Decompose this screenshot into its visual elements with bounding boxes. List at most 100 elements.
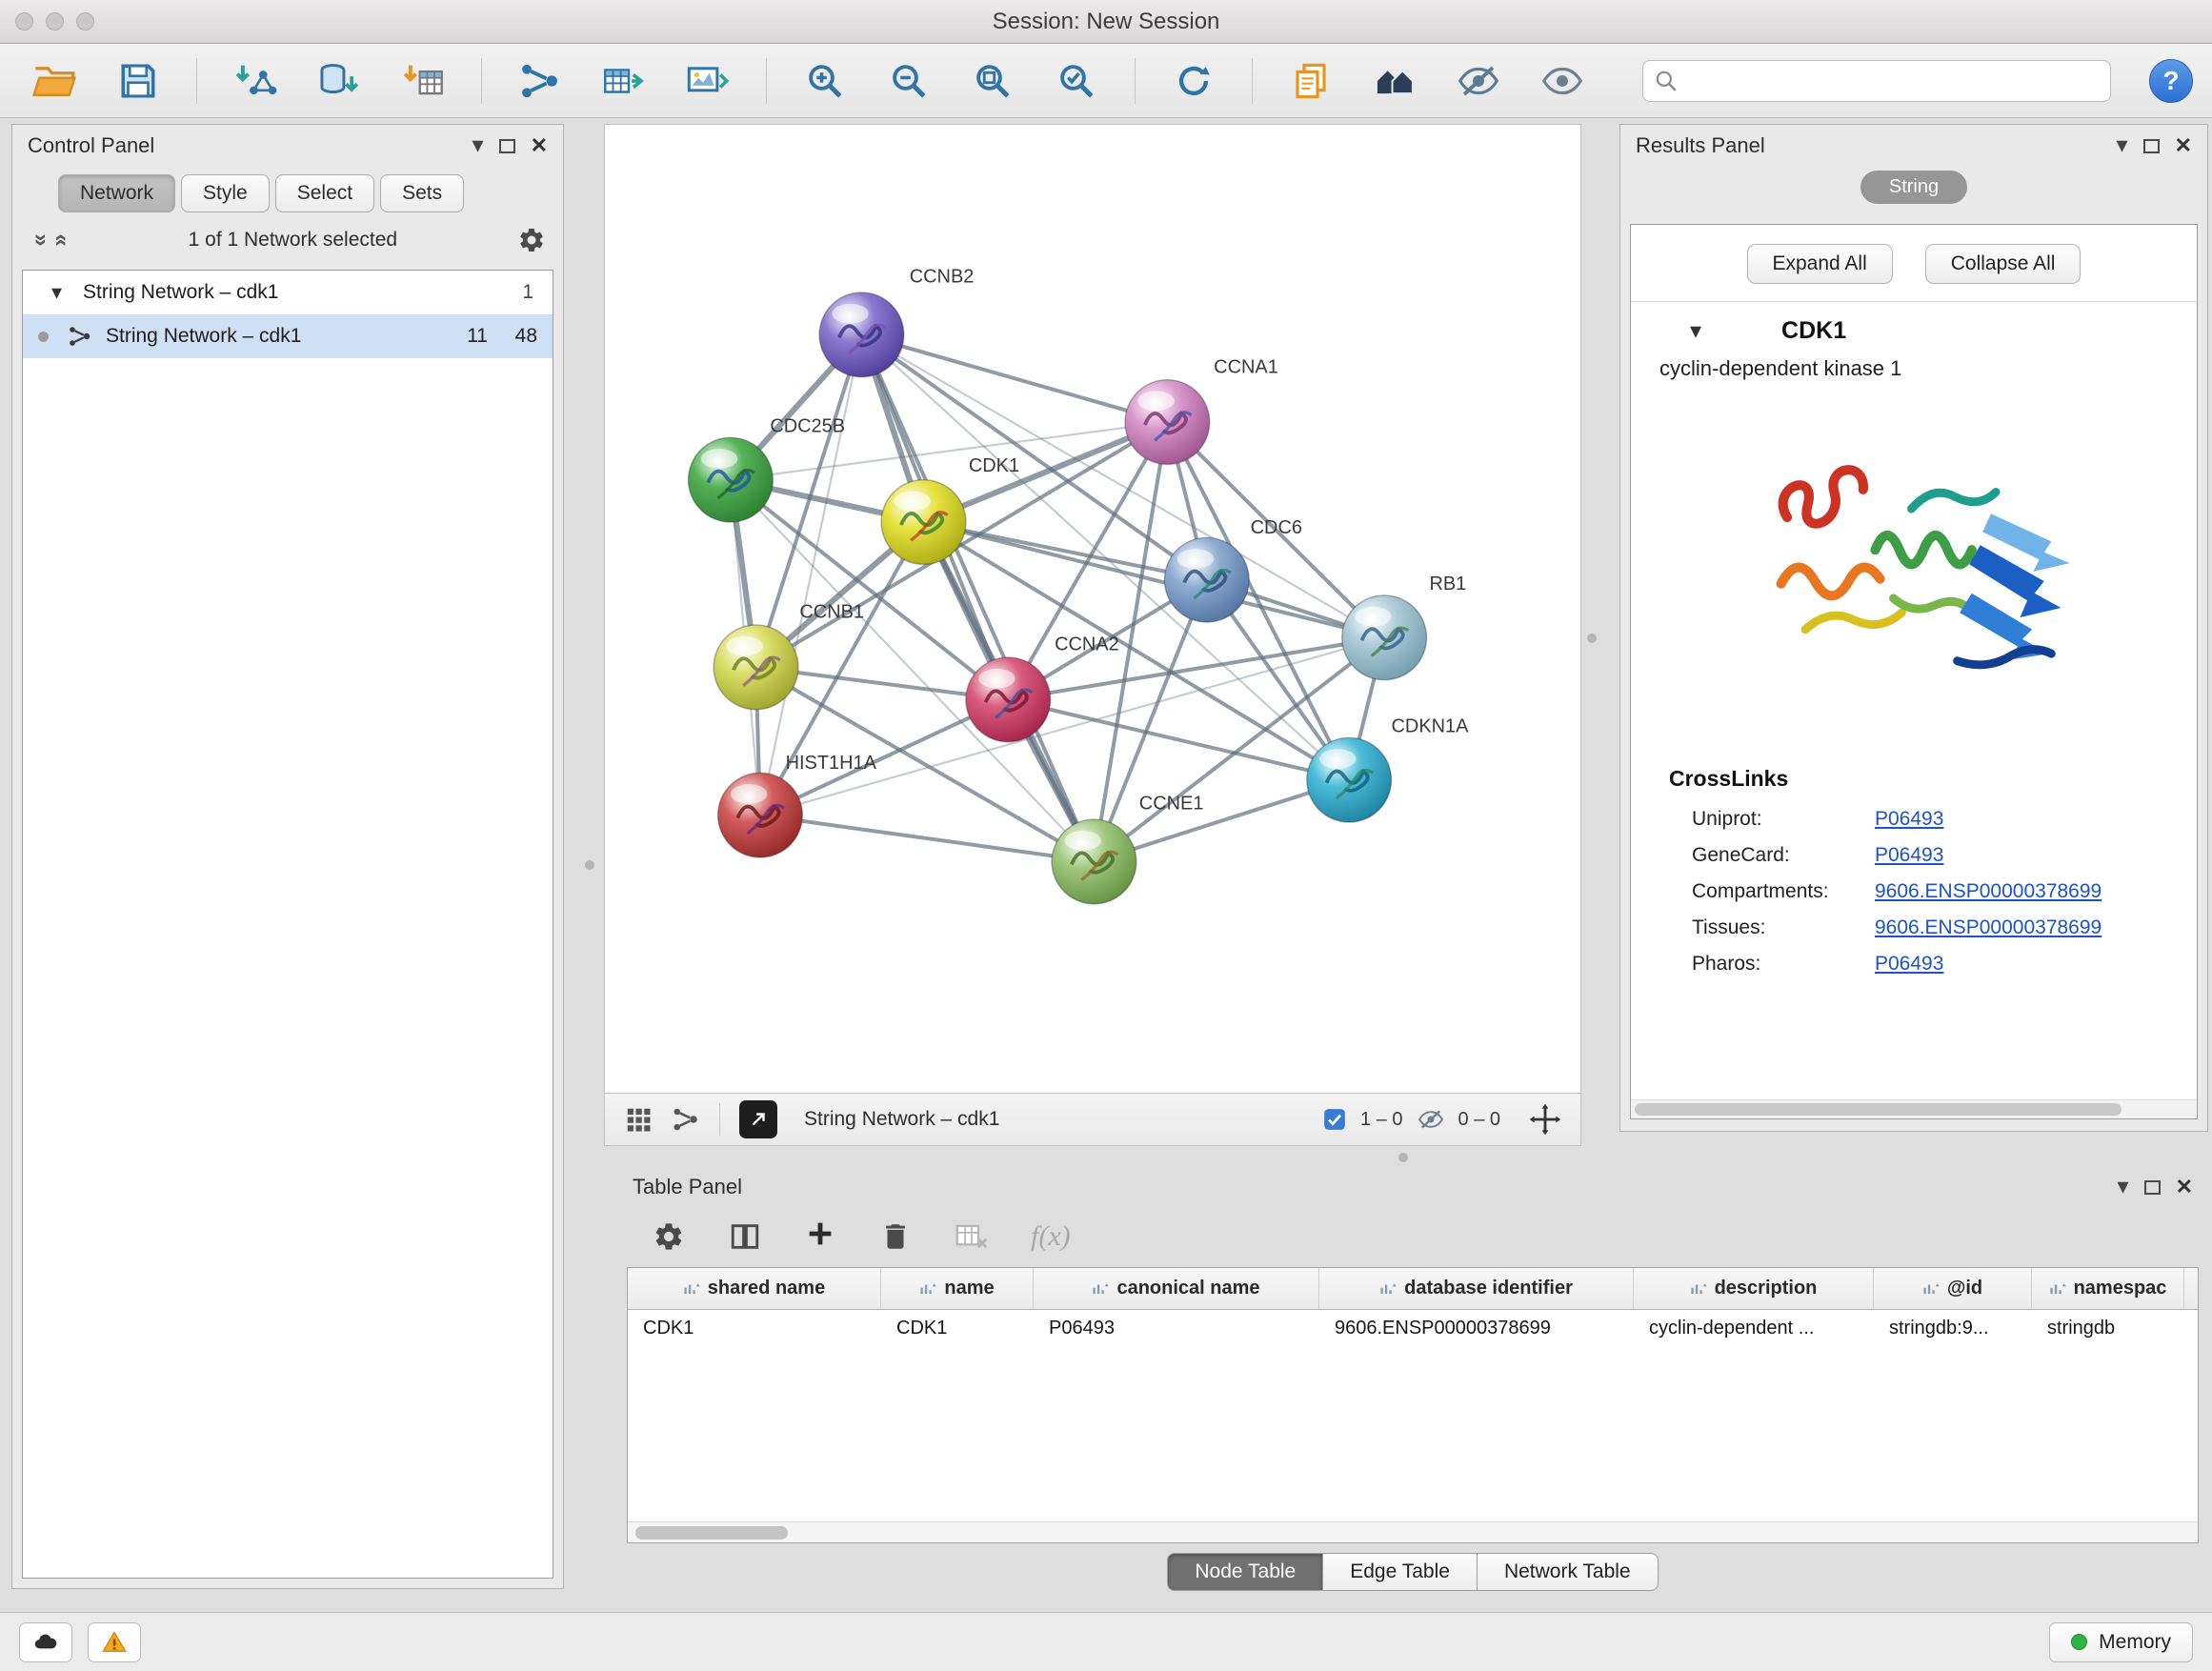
save-session-button[interactable] [103, 52, 173, 110]
node-table-row[interactable]: CDK1CDK1P064939606.ENSP00000378699cyclin… [628, 1310, 2198, 1348]
network-edge-CCNB2-CCNA1[interactable] [861, 334, 1167, 422]
apply-layout-button[interactable] [1158, 52, 1229, 110]
import-network-database-button[interactable] [304, 52, 374, 110]
import-table-button[interactable] [388, 52, 458, 110]
network-node-CDKN1A[interactable] [1307, 737, 1392, 822]
detach-view-button[interactable] [739, 1100, 777, 1138]
node-table-column-canonical-name[interactable]: canonical name [1034, 1268, 1319, 1309]
open-session-button[interactable] [19, 52, 90, 110]
table-tab-edge-table[interactable]: Edge Table [1323, 1553, 1478, 1591]
zoom-fit-button[interactable] [957, 52, 1028, 110]
panel-resize-handle[interactable] [585, 860, 594, 870]
network-node-CCNE1[interactable] [1052, 819, 1136, 904]
table-tab-network-table[interactable]: Network Table [1478, 1553, 1659, 1591]
node-table-column-database-identifier[interactable]: database identifier [1319, 1268, 1634, 1309]
tab-string[interactable]: String [1860, 171, 1967, 204]
node-table-column-description[interactable]: description [1634, 1268, 1874, 1309]
network-edge-CDK1-RB1[interactable] [924, 522, 1385, 637]
panel-float-icon[interactable] [2143, 139, 2160, 153]
zoom-window-button[interactable] [76, 12, 94, 30]
show-all-button[interactable] [1527, 52, 1598, 110]
control-panel-tab-select[interactable]: Select [275, 174, 374, 212]
panel-close-icon[interactable]: ✕ [2175, 135, 2192, 156]
node-table-cell[interactable]: cyclin-dependent ... [1634, 1310, 1874, 1348]
control-panel-tab-style[interactable]: Style [181, 174, 270, 212]
table-horizontal-scrollbar[interactable] [628, 1521, 2198, 1542]
node-table-cell[interactable]: stringdb:9... [1874, 1310, 2032, 1348]
pan-crosshair-icon[interactable] [1529, 1103, 1561, 1136]
network-node-CDC6[interactable] [1164, 537, 1249, 622]
node-table-column-name[interactable]: name [881, 1268, 1034, 1309]
network-node-CCNB2[interactable] [819, 292, 904, 377]
cloud-status-button[interactable] [19, 1622, 72, 1662]
network-view-icon[interactable] [672, 1105, 700, 1134]
hidden-eye-slash-icon[interactable] [1417, 1107, 1445, 1132]
collapse-gene-icon[interactable]: ▾ [1690, 317, 1701, 345]
help-button[interactable]: ? [2149, 59, 2193, 103]
crosslink-pharos-link[interactable]: P06493 [1875, 953, 1943, 976]
crosslink-compartments-link[interactable]: 9606.ENSP00000378699 [1875, 880, 2101, 903]
crosslink-uniprot-link[interactable]: P06493 [1875, 808, 1943, 831]
network-node-CCNA1[interactable] [1125, 380, 1210, 465]
node-table-column-shared-name[interactable]: shared name [628, 1268, 881, 1309]
panel-close-icon[interactable]: ✕ [531, 135, 548, 156]
node-table-cell[interactable]: CDK1 [628, 1310, 881, 1348]
control-panel-tab-sets[interactable]: Sets [380, 174, 464, 212]
add-column-button[interactable] [804, 1218, 836, 1255]
gene-section-header[interactable]: ▾ CDK1 [1631, 302, 2197, 349]
panel-resize-handle[interactable] [1398, 1153, 1408, 1162]
crosslink-tissues-link[interactable]: 9606.ENSP00000378699 [1875, 916, 2101, 939]
node-table-column--id[interactable]: @id [1874, 1268, 2032, 1309]
zoom-selected-button[interactable] [1041, 52, 1112, 110]
node-table-cell[interactable]: stringdb [2032, 1310, 2184, 1348]
panel-close-icon[interactable]: ✕ [2176, 1177, 2193, 1198]
control-panel-tab-network[interactable]: Network [58, 174, 175, 212]
network-edge-CCNB2-CCNE1[interactable] [861, 334, 1094, 861]
network-node-CDC25B[interactable] [689, 437, 774, 522]
network-collection-row[interactable]: ▾ String Network – cdk1 1 [23, 271, 553, 314]
network-node-CCNA2[interactable] [966, 657, 1051, 742]
network-graph[interactable]: CCNB2CCNA1CDC25BCDK1CDC6RB1CCNB1CCNA2CDK… [605, 125, 1580, 1093]
node-table-cell[interactable]: P06493 [1034, 1310, 1319, 1348]
table-options-gear-icon[interactable] [652, 1220, 686, 1253]
network-row-selected[interactable]: String Network – cdk1 11 48 [23, 314, 553, 358]
memory-button[interactable]: Memory [2049, 1622, 2193, 1662]
network-options-gear-icon[interactable] [517, 226, 546, 254]
selected-checkbox-icon[interactable] [1322, 1107, 1347, 1132]
delete-column-trash-icon[interactable] [878, 1220, 913, 1253]
node-table-cell[interactable]: CDK1 [881, 1310, 1034, 1348]
crosslink-genecard-link[interactable]: P06493 [1875, 844, 1943, 867]
new-network-button[interactable] [505, 52, 575, 110]
panel-menu-icon[interactable]: ▾ [473, 134, 484, 157]
node-table-column-namespac[interactable]: namespac [2032, 1268, 2184, 1309]
show-columns-icon[interactable] [728, 1220, 762, 1253]
expand-all-button[interactable]: Expand All [1747, 244, 1893, 284]
export-table-button[interactable] [589, 52, 659, 110]
zoom-out-button[interactable] [874, 52, 944, 110]
hide-selected-button[interactable] [1443, 52, 1514, 110]
panel-float-icon[interactable] [2144, 1180, 2161, 1195]
panel-menu-icon[interactable]: ▾ [2117, 134, 2128, 157]
clone-network-button[interactable] [1276, 52, 1346, 110]
search-input[interactable] [1642, 60, 2111, 102]
network-node-CDK1[interactable] [881, 480, 966, 565]
minimize-window-button[interactable] [46, 12, 64, 30]
node-table-cell[interactable]: 9606.ENSP00000378699 [1319, 1310, 1634, 1348]
network-canvas[interactable]: CCNB2CCNA1CDC25BCDK1CDC6RB1CCNB1CCNA2CDK… [604, 124, 1581, 1094]
zoom-in-button[interactable] [790, 52, 860, 110]
panel-menu-icon[interactable]: ▾ [2118, 1176, 2129, 1198]
warnings-button[interactable] [88, 1622, 141, 1662]
network-node-CCNB1[interactable] [714, 625, 798, 710]
network-edge-HIST1H1A-CCNE1[interactable] [760, 815, 1094, 862]
expand-all-icon[interactable]: « [49, 233, 75, 246]
panel-resize-handle[interactable] [1587, 634, 1597, 643]
export-image-button[interactable] [673, 52, 743, 110]
panel-float-icon[interactable] [499, 139, 515, 153]
network-edge-CCNA2-CDKN1A[interactable] [1008, 699, 1349, 779]
grid-view-icon[interactable] [624, 1105, 653, 1134]
network-overview-button[interactable] [1359, 52, 1430, 110]
network-edge-CCNB2-HIST1H1A[interactable] [760, 334, 861, 815]
network-node-HIST1H1A[interactable] [718, 773, 803, 857]
import-network-file-button[interactable] [220, 52, 291, 110]
tree-expand-icon[interactable]: ▾ [51, 280, 62, 305]
